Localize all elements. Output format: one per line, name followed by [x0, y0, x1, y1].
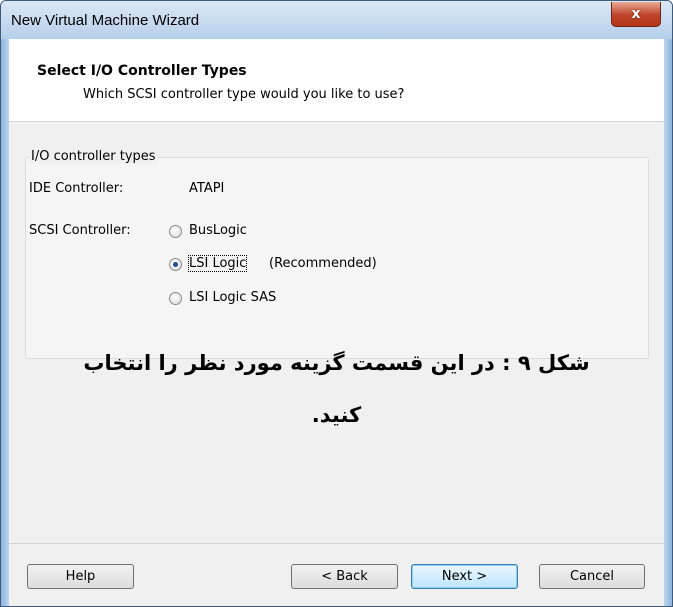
help-button[interactable]: Help	[27, 564, 134, 589]
back-button[interactable]: < Back	[291, 564, 398, 589]
ide-controller-label: IDE Controller:	[29, 181, 124, 196]
buslogic-label[interactable]: BusLogic	[189, 223, 247, 238]
window-title: New Virtual Machine Wizard	[11, 12, 200, 29]
page-subtitle: Which SCSI controller type would you lik…	[83, 87, 405, 102]
lsi-logic-sas-radio[interactable]	[169, 292, 182, 305]
buslogic-radio[interactable]	[169, 225, 182, 238]
window-frame-right	[664, 39, 672, 606]
wizard-client-area: Select I/O Controller Types Which SCSI c…	[9, 39, 664, 606]
wizard-window: New Virtual Machine Wizard x Select I/O …	[0, 0, 673, 607]
persian-caption-line1: شکل ۹ : در این قسمت گزینه مورد نظر را ان…	[83, 351, 590, 375]
persian-caption-line2: کنید.	[311, 403, 362, 427]
scsi-controller-label: SCSI Controller:	[29, 223, 131, 238]
lsi-logic-label[interactable]: LSI Logic	[187, 255, 248, 272]
lsi-logic-radio[interactable]	[169, 258, 182, 271]
title-bar[interactable]: New Virtual Machine Wizard x	[1, 1, 672, 39]
page-title: Select I/O Controller Types	[37, 63, 247, 79]
controller-types-group-label: I/O controller types	[29, 149, 158, 164]
next-button[interactable]: Next >	[411, 564, 518, 589]
window-frame-left	[1, 39, 9, 606]
cancel-button[interactable]: Cancel	[539, 564, 645, 589]
recommended-note: (Recommended)	[269, 256, 377, 271]
ide-controller-value: ATAPI	[189, 181, 225, 196]
close-button[interactable]: x	[611, 2, 661, 27]
close-icon: x	[631, 6, 641, 22]
wizard-header: Select I/O Controller Types Which SCSI c…	[9, 39, 664, 122]
lsi-logic-sas-label[interactable]: LSI Logic SAS	[189, 290, 276, 305]
